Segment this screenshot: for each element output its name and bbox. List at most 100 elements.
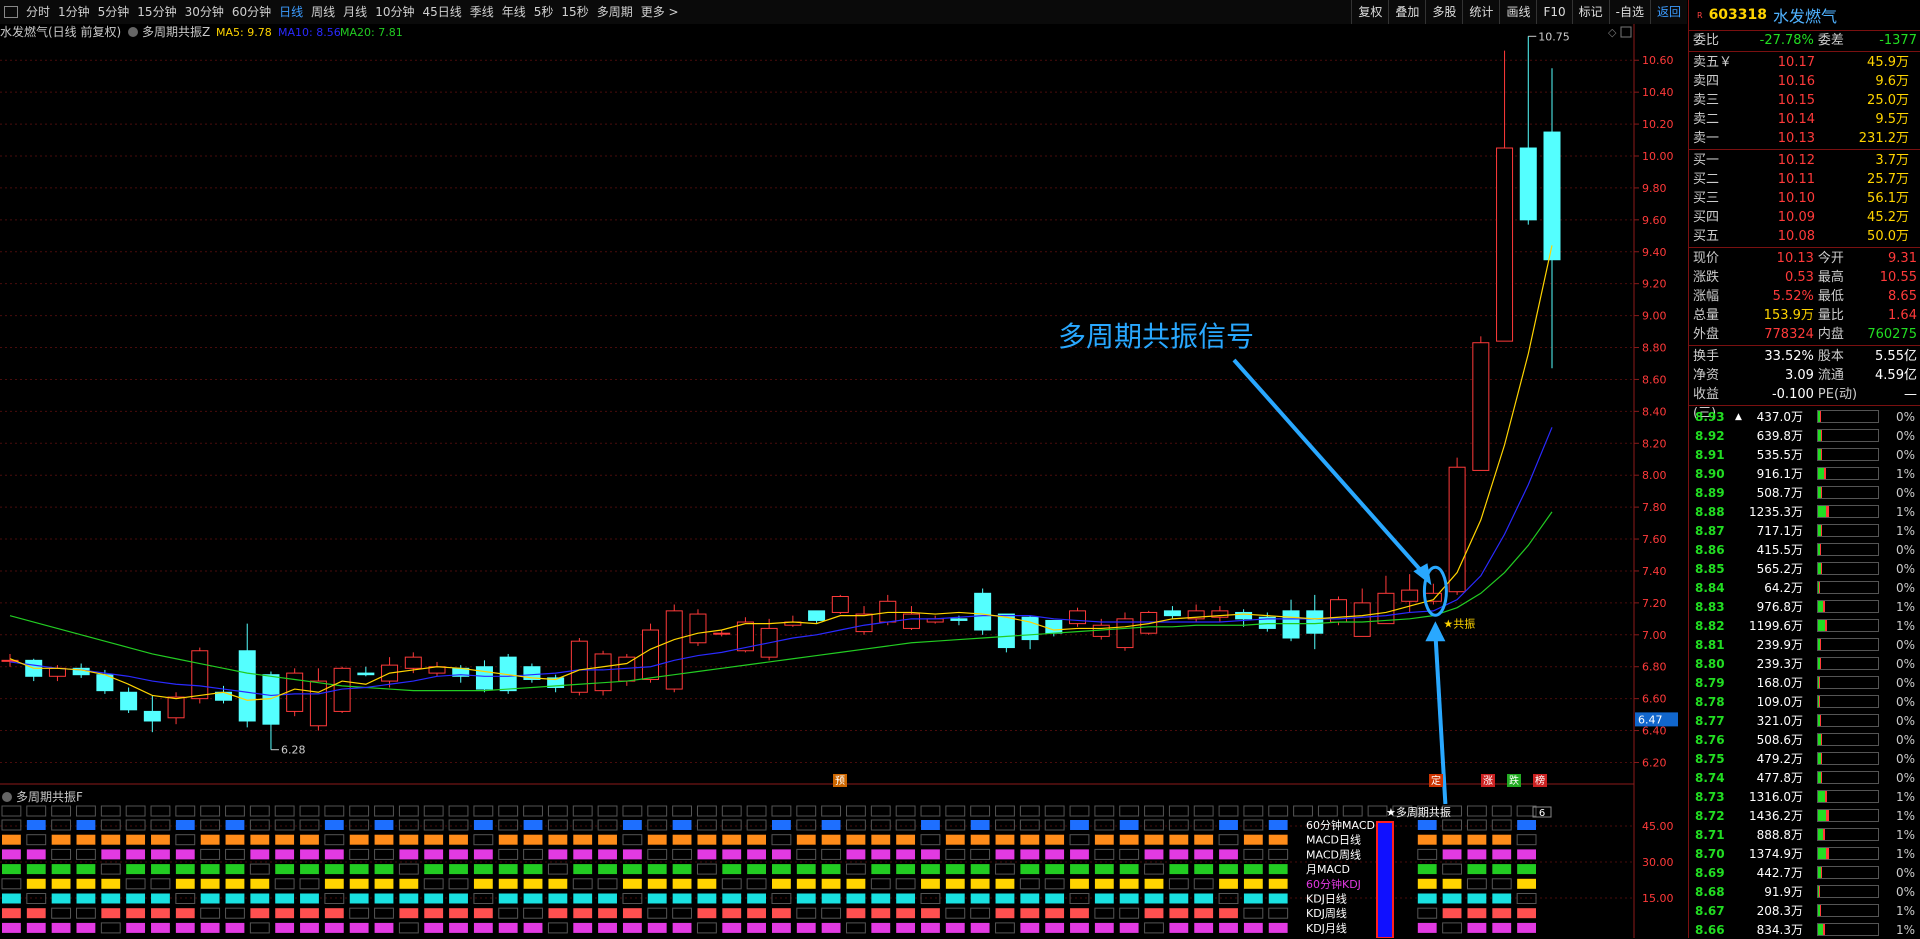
quote-row[interactable]: 8.84 64.2万 0% [1689, 578, 1920, 597]
quote-row[interactable]: 8.85 565.2万 0% [1689, 559, 1920, 578]
asks-row[interactable]: 卖三 10.15 25.0万 [1689, 91, 1920, 110]
quote-row[interactable]: 8.73 1316.0万 1% [1689, 787, 1920, 806]
tool-button-0[interactable]: 复权 [1351, 0, 1388, 24]
candle[interactable] [1543, 131, 1561, 261]
candle[interactable] [831, 595, 849, 613]
quote-row[interactable]: 8.67 208.3万 1% [1689, 901, 1920, 920]
quote-row[interactable]: 8.74 477.8万 0% [1689, 768, 1920, 787]
candle[interactable] [689, 613, 707, 644]
candle[interactable] [997, 613, 1015, 649]
quote-row[interactable]: 8.71 888.8万 1% [1689, 825, 1920, 844]
period-tab-3[interactable]: 15分钟 [133, 0, 180, 24]
quote-row[interactable]: 8.70 1374.9万 1% [1689, 844, 1920, 863]
bids-row[interactable]: 买一 10.12 3.7万 [1689, 151, 1920, 170]
quote-row[interactable]: 8.72 1436.2万 1% [1689, 806, 1920, 825]
asks-row[interactable]: 卖二 10.14 9.5万 [1689, 110, 1920, 129]
candle[interactable] [808, 610, 826, 621]
quote-row[interactable]: 8.88 1235.3万 1% [1689, 502, 1920, 521]
candle[interactable] [191, 650, 209, 700]
candle[interactable] [1472, 342, 1490, 471]
period-tab-11[interactable]: 季线 [466, 0, 498, 24]
candle[interactable] [879, 600, 897, 623]
quote-row[interactable]: 8.75 479.2万 0% [1689, 749, 1920, 768]
subpanel-toggle-icon[interactable] [2, 792, 12, 802]
candle[interactable] [1519, 147, 1537, 221]
candle[interactable] [167, 696, 185, 719]
candle[interactable] [855, 613, 873, 633]
period-tab-0[interactable]: 分时 [22, 0, 54, 24]
period-tab-14[interactable]: 15秒 [557, 0, 592, 24]
quote-row[interactable]: 8.83 976.8万 1% [1689, 597, 1920, 616]
quote-row[interactable]: 8.69 442.7万 0% [1689, 863, 1920, 882]
period-tab-10[interactable]: 45日线 [418, 0, 465, 24]
period-tab-9[interactable]: 10分钟 [371, 0, 418, 24]
candle[interactable] [238, 650, 256, 722]
period-tab-5[interactable]: 60分钟 [228, 0, 275, 24]
candle[interactable] [475, 666, 493, 690]
candle[interactable] [143, 710, 161, 722]
quote-row[interactable]: 8.66 834.3万 1% [1689, 920, 1920, 939]
bids-row[interactable]: 买三 10.10 56.1万 [1689, 189, 1920, 208]
quote-row[interactable]: 8.82 1199.6万 1% [1689, 616, 1920, 635]
candle[interactable] [404, 656, 422, 669]
quote-row[interactable]: 8.93 ▲ 437.0万 0% [1689, 407, 1920, 426]
period-tab-4[interactable]: 30分钟 [181, 0, 228, 24]
candle[interactable] [642, 629, 660, 680]
expand-icon[interactable]: ◇ [1608, 26, 1617, 39]
quote-row[interactable]: 8.91 535.5万 0% [1689, 445, 1920, 464]
stock-code[interactable]: 603318 [1709, 7, 1767, 23]
tool-button-8[interactable]: 返回 [1649, 0, 1687, 24]
period-tab-12[interactable]: 年线 [498, 0, 530, 24]
tool-button-3[interactable]: 统计 [1462, 0, 1499, 24]
candle[interactable] [950, 618, 968, 621]
price-volume-list[interactable]: 8.93 ▲ 437.0万 0% 8.92 639.8万 0% 8.91 535.5万 0% 8.9… [1689, 407, 1920, 939]
candle[interactable] [1401, 589, 1419, 602]
quote-row[interactable]: 8.89 508.7万 0% [1689, 483, 1920, 502]
candle[interactable] [1235, 611, 1253, 620]
candle[interactable] [48, 667, 66, 677]
tool-button-2[interactable]: 多股 [1425, 0, 1462, 24]
tool-button-4[interactable]: 画线 [1499, 0, 1536, 24]
candle[interactable] [1377, 592, 1395, 625]
quote-row[interactable]: 8.87 717.1万 1% [1689, 521, 1920, 540]
asks-row[interactable]: 卖一 10.13 231.2万 [1689, 129, 1920, 148]
period-tab-1[interactable]: 1分钟 [54, 0, 94, 24]
quote-row[interactable]: 8.86 415.5万 0% [1689, 540, 1920, 559]
asks-row[interactable]: 卖四 10.16 9.6万 [1689, 72, 1920, 91]
candle[interactable] [120, 691, 138, 711]
quote-row[interactable]: 8.80 239.3万 0% [1689, 654, 1920, 673]
period-tab-8[interactable]: 月线 [339, 0, 371, 24]
period-tab-16[interactable]: 更多 > [637, 0, 683, 24]
quote-row[interactable]: 8.76 508.6万 0% [1689, 730, 1920, 749]
bids-row[interactable]: 买五 10.08 50.0万 [1689, 227, 1920, 246]
asks-row[interactable]: 卖五￥ 10.17 45.9万 [1689, 53, 1920, 72]
candle[interactable] [357, 672, 375, 676]
kline-chart[interactable]: 水发燃气(日线 前复权) 多周期共振Z MA5: 9.78 MA10: 8.56 MA2… [0, 24, 1687, 938]
candle[interactable] [1116, 618, 1134, 649]
candle[interactable] [1353, 602, 1371, 637]
indicator-toggle-icon[interactable] [128, 27, 138, 37]
quote-row[interactable]: 8.77 321.0万 0% [1689, 711, 1920, 730]
period-tab-15[interactable]: 多周期 [593, 0, 637, 24]
period-tab-2[interactable]: 5分钟 [94, 0, 134, 24]
quote-row[interactable]: 8.68 91.9万 0% [1689, 882, 1920, 901]
candle[interactable] [974, 592, 992, 631]
quote-row[interactable]: 8.90 916.1万 1% [1689, 464, 1920, 483]
quote-row[interactable]: 8.78 109.0万 0% [1689, 692, 1920, 711]
candle[interactable] [1069, 610, 1087, 625]
tool-button-7[interactable]: -自选 [1608, 0, 1650, 24]
stock-name[interactable]: 水发燃气 [1773, 3, 1837, 27]
candle[interactable] [1282, 610, 1300, 639]
period-tab-13[interactable]: 5秒 [530, 0, 558, 24]
quote-row[interactable]: 8.79 168.0万 0% [1689, 673, 1920, 692]
layout-toggle-icon[interactable] [4, 6, 18, 18]
tool-button-5[interactable]: F10 [1536, 0, 1571, 24]
candle[interactable] [713, 632, 731, 635]
candle[interactable] [1045, 619, 1063, 634]
quote-row[interactable]: 8.92 639.8万 0% [1689, 426, 1920, 445]
candle[interactable] [1163, 610, 1181, 617]
candle[interactable] [665, 610, 683, 690]
candle[interactable] [1306, 610, 1324, 634]
period-tab-6[interactable]: 日线 [275, 0, 307, 24]
tool-button-1[interactable]: 叠加 [1388, 0, 1425, 24]
